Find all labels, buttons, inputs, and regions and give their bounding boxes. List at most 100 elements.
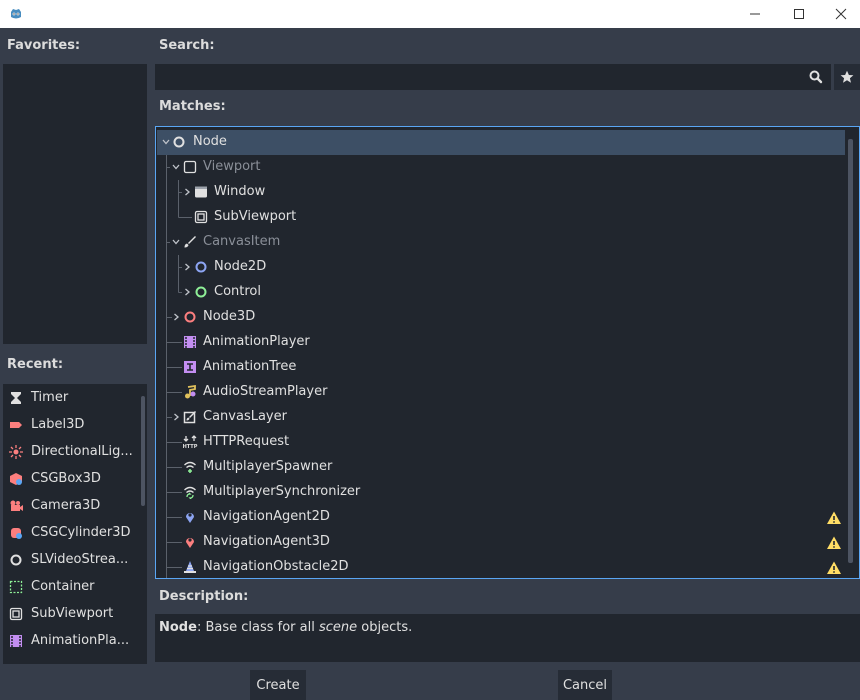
node2d-icon (193, 259, 209, 275)
description-text: : Base class for all (196, 620, 319, 635)
tree-row-node2d[interactable]: Node2D (156, 255, 856, 280)
recent-item-label: AnimationPla... (31, 633, 130, 648)
recent-item-label: CSGBox3D (31, 471, 101, 486)
tree-row-http-request[interactable]: HTTP HTTPRequest (156, 430, 856, 455)
create-button[interactable]: Create (250, 670, 306, 700)
maximize-button[interactable] (776, 0, 822, 28)
camera3d-icon (8, 498, 24, 514)
recent-item-csg-cylinder[interactable]: CSGCylinder3D (3, 519, 139, 546)
favorite-toggle-button[interactable] (834, 64, 860, 90)
tree-row-multiplayer-synchronizer[interactable]: MultiplayerSynchronizer (156, 480, 856, 505)
matches-label: Matches: (159, 99, 226, 114)
chevron-down-icon[interactable] (161, 137, 171, 147)
close-button[interactable] (818, 0, 860, 28)
recent-item-camera3d[interactable]: Camera3D (3, 492, 139, 519)
tree-row-label: Node3D (203, 309, 256, 324)
animation-player-icon (8, 633, 24, 649)
recent-item-subviewport[interactable]: SubViewport (3, 600, 139, 627)
tree-row-label: AudioStreamPlayer (203, 384, 328, 399)
recent-item-label: Camera3D (31, 498, 101, 513)
recent-item-directional-light[interactable]: DirectionalLig... (3, 438, 139, 465)
node-icon (171, 134, 187, 150)
recent-item-label: Container (31, 579, 95, 594)
recent-item-label: SLVideoStrea... (31, 552, 129, 567)
tree-row-subviewport[interactable]: SubViewport (156, 205, 856, 230)
warning-icon[interactable] (826, 535, 842, 551)
csg-box-icon (8, 471, 24, 487)
tree-row-node3d[interactable]: Node3D (156, 305, 856, 330)
matches-tree[interactable]: Node Viewport Window SubViewport CanvasI… (155, 126, 860, 579)
node3d-icon (182, 309, 198, 325)
chevron-right-icon[interactable] (182, 287, 192, 297)
warning-icon[interactable] (826, 560, 842, 576)
tree-row-animation-tree[interactable]: AnimationTree (156, 355, 856, 380)
tree-row-canvas-layer[interactable]: CanvasLayer (156, 405, 856, 430)
tree-row-control[interactable]: Control (156, 280, 856, 305)
description-label: Description: (159, 589, 249, 604)
tree-row-label: CanvasLayer (203, 409, 287, 424)
chevron-right-icon[interactable] (182, 187, 192, 197)
tree-row-audio-stream-player[interactable]: AudioStreamPlayer (156, 380, 856, 405)
recent-item-timer[interactable]: Timer (3, 384, 139, 411)
tree-row-navigation-agent-3d[interactable]: NavigationAgent3D (156, 530, 856, 555)
navigation-obstacle-2d-icon (182, 559, 198, 575)
recent-item-container[interactable]: Container (3, 573, 139, 600)
favorites-list[interactable] (3, 64, 147, 344)
tree-row-label: NavigationAgent3D (203, 534, 330, 549)
tree-row-viewport[interactable]: Viewport (156, 155, 856, 180)
tree-row-navigation-agent-2d[interactable]: NavigationAgent2D (156, 505, 856, 530)
favorites-label: Favorites: (7, 38, 81, 53)
audio-stream-player-icon (182, 384, 198, 400)
tree-row-label: CanvasItem (203, 234, 281, 249)
description-panel: Node: Base class for all scene objects. (155, 614, 860, 662)
search-label: Search: (159, 38, 215, 53)
animation-player-icon (182, 334, 198, 350)
recent-list[interactable]: Timer Label3D DirectionalLig... CSGBox3D… (3, 384, 147, 664)
tree-row-navigation-obstacle-2d[interactable]: NavigationObstacle2D (156, 555, 856, 578)
tree-row-label: Window (214, 184, 266, 199)
tree-row-label: Control (214, 284, 261, 299)
animation-tree-icon (182, 359, 198, 375)
multiplayer-synchronizer-icon (182, 484, 198, 500)
tree-row-label: MultiplayerSpawner (203, 459, 333, 474)
tree-row-label: NavigationAgent2D (203, 509, 330, 524)
tree-row-multiplayer-spawner[interactable]: MultiplayerSpawner (156, 455, 856, 480)
chevron-right-icon[interactable] (171, 312, 181, 322)
tree-row-animation-player[interactable]: AnimationPlayer (156, 330, 856, 355)
window-icon (193, 184, 209, 200)
search-input[interactable] (155, 64, 831, 90)
control-icon (193, 284, 209, 300)
recent-item-label: Timer (31, 390, 69, 405)
tree-row-label: AnimationPlayer (203, 334, 310, 349)
recent-item-label: DirectionalLig... (31, 444, 133, 459)
description-class-name: Node (159, 620, 197, 635)
http-request-icon: HTTP (182, 434, 198, 450)
recent-item-animation-player[interactable]: AnimationPla... (3, 627, 139, 654)
tree-row-label: AnimationTree (203, 359, 297, 374)
recent-scrollbar[interactable] (141, 396, 145, 506)
tree-row-node[interactable]: Node (157, 130, 845, 155)
chevron-down-icon[interactable] (171, 162, 181, 172)
navigation-agent-2d-icon (182, 509, 198, 525)
title-bar (0, 0, 860, 28)
godot-logo-icon (11, 9, 21, 19)
recent-item-csg-box[interactable]: CSGBox3D (3, 465, 139, 492)
chevron-right-icon[interactable] (182, 262, 192, 272)
svg-text:HTTP: HTTP (183, 444, 198, 449)
navigation-agent-3d-icon (182, 534, 198, 550)
recent-item-label3d[interactable]: Label3D (3, 411, 139, 438)
chevron-right-icon[interactable] (171, 412, 181, 422)
cancel-button[interactable]: Cancel (558, 670, 612, 700)
tree-row-window[interactable]: Window (156, 180, 856, 205)
tree-row-canvas-item[interactable]: CanvasItem (156, 230, 856, 255)
minimize-icon (750, 13, 760, 15)
minimize-button[interactable] (732, 0, 778, 28)
warning-icon[interactable] (826, 510, 842, 526)
tree-row-label: MultiplayerSynchronizer (203, 484, 361, 499)
recent-item-video-stream[interactable]: SLVideoStrea... (3, 546, 139, 573)
chevron-down-icon[interactable] (171, 237, 181, 247)
timer-icon (8, 390, 24, 406)
matches-scrollbar[interactable] (848, 139, 853, 563)
label3d-icon (8, 417, 24, 433)
multiplayer-spawner-icon (182, 459, 198, 475)
